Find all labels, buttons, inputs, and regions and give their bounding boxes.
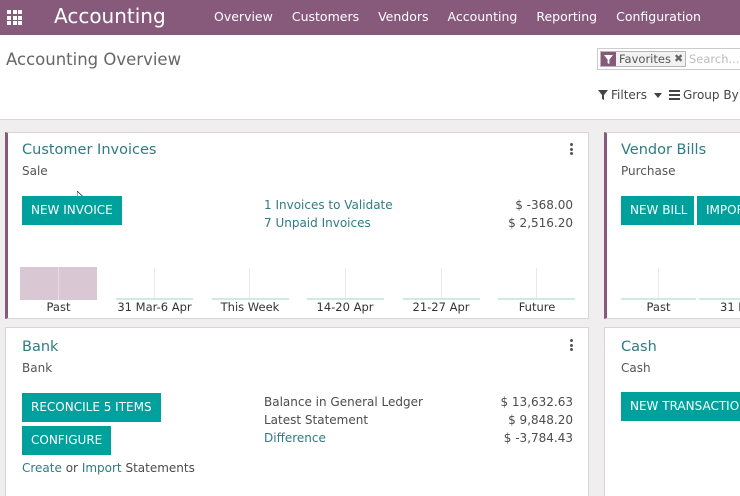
control-panel: Accounting Overview Favorites ✖ Search..… [0, 35, 740, 120]
latest-statement-amount: $ 9,848.20 [508, 413, 573, 427]
vendor-bills-subtitle: Purchase [621, 164, 676, 178]
vendor-bills-title[interactable]: Vendor Bills [621, 142, 706, 158]
difference-link[interactable]: Difference [264, 431, 326, 445]
cash-subtitle: Cash [621, 361, 651, 375]
bank-title[interactable]: Bank [22, 339, 58, 355]
vendor-chart-label-week-1: 31 Mar [720, 300, 740, 314]
top-navbar: Accounting Overview Customers Vendors Ac… [0, 0, 740, 35]
list-icon [669, 90, 680, 100]
customer-invoices-title[interactable]: Customer Invoices [22, 142, 156, 158]
configure-button[interactable]: CONFIGURE [22, 426, 112, 455]
vendor-chart-label-past: Past [646, 300, 671, 314]
unpaid-invoices-link[interactable]: 7 Unpaid Invoices [264, 216, 371, 230]
chart-gridline [345, 268, 346, 299]
kebab-menu-icon[interactable] [570, 143, 573, 155]
menu-customers[interactable]: Customers [292, 9, 359, 24]
chart-gridline [249, 268, 250, 299]
import-statement-link[interactable]: Import [82, 461, 122, 475]
chart-label-week-4: 21-27 Apr [412, 300, 470, 314]
close-icon[interactable]: ✖ [674, 52, 685, 66]
chart-label-future: Future [518, 300, 556, 314]
menu-configuration[interactable]: Configuration [616, 9, 701, 24]
menu-overview[interactable]: Overview [214, 9, 273, 24]
group-by-label: Group By [683, 88, 739, 102]
facet-label: Favorites [619, 52, 671, 66]
new-transaction-button[interactable]: NEW TRANSACTION [621, 392, 740, 421]
create-statement-link[interactable]: Create [22, 461, 62, 475]
bank-subtitle: Bank [22, 361, 53, 375]
invoices-to-validate-link[interactable]: 1 Invoices to Validate [264, 198, 393, 212]
search-box[interactable]: Favorites ✖ Search... [597, 48, 740, 70]
new-invoice-button[interactable]: NEW INVOICE [22, 196, 122, 225]
import-bill-button[interactable]: IMPORT [697, 196, 740, 225]
page-title: Accounting Overview [6, 50, 182, 69]
difference-amount: $ -3,784.43 [503, 431, 573, 445]
search-facet-favorites: Favorites ✖ [600, 51, 687, 67]
latest-statement-label: Latest Statement [264, 413, 369, 427]
menu-vendors[interactable]: Vendors [378, 9, 428, 24]
main-menu: Overview Customers Vendors Accounting Re… [214, 9, 720, 24]
chart-label-past: Past [46, 300, 71, 314]
chart-gridline [658, 268, 659, 299]
chart-label-week-3: 14-20 Apr [316, 300, 374, 314]
filter-icon [601, 52, 616, 66]
filter-icon [598, 90, 608, 100]
balance-general-ledger-label: Balance in General Ledger [264, 395, 423, 409]
new-bill-button[interactable]: NEW BILL [621, 196, 694, 225]
statements-text: Statements [125, 461, 195, 475]
search-input[interactable]: Search... [689, 52, 739, 66]
filters-dropdown[interactable]: Filters [598, 88, 662, 102]
filters-label: Filters [611, 88, 647, 102]
unpaid-invoices-amount: $ 2,516.20 [508, 216, 573, 230]
caret-down-icon [653, 92, 662, 98]
cash-title[interactable]: Cash [621, 339, 657, 355]
menu-accounting[interactable]: Accounting [448, 9, 518, 24]
chart-label-this-week: This Week [220, 300, 280, 314]
vendor-bills-card [604, 132, 740, 319]
apps-grid-icon[interactable] [7, 10, 22, 25]
app-name[interactable]: Accounting [54, 4, 166, 28]
or-text: or [65, 461, 78, 475]
chart-gridline [536, 268, 537, 299]
chart-gridline [441, 268, 442, 299]
chart-bar-past[interactable] [20, 267, 97, 300]
bank-statements-actions: Create or Import Statements [22, 461, 195, 475]
menu-reporting[interactable]: Reporting [536, 9, 597, 24]
invoices-to-validate-amount: $ -368.00 [515, 198, 573, 212]
group-by-dropdown[interactable]: Group By [669, 88, 739, 102]
reconcile-items-button[interactable]: RECONCILE 5 ITEMS [22, 393, 161, 422]
chart-gridline [154, 268, 155, 299]
balance-general-ledger-amount: $ 13,632.63 [500, 395, 573, 409]
kebab-menu-icon[interactable] [570, 339, 573, 351]
chart-label-week-1: 31 Mar-6 Apr [117, 300, 192, 314]
customer-invoices-subtitle: Sale [22, 164, 48, 178]
